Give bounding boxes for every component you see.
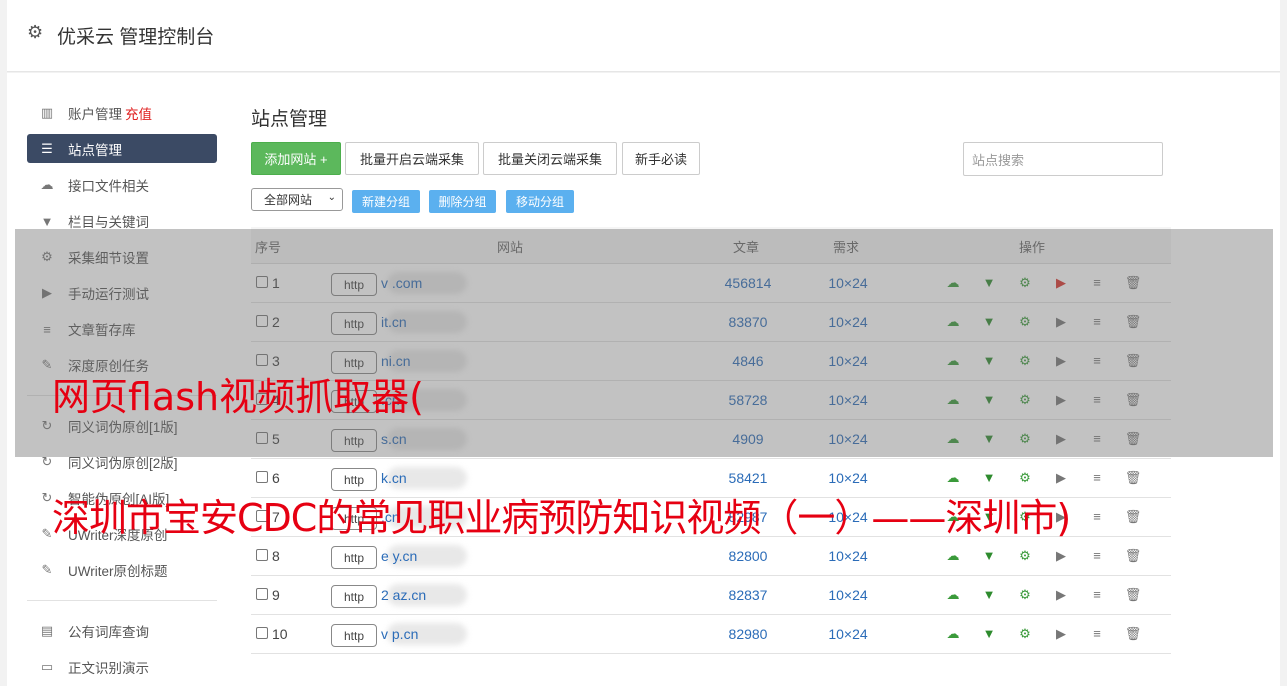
filter-icon[interactable]: ▼ — [971, 548, 1007, 564]
play-icon[interactable]: ▶ — [1043, 470, 1079, 486]
cloud-upload-icon[interactable]: ☁ — [935, 548, 971, 564]
row-number: 10 — [272, 626, 288, 642]
database-icon[interactable]: ≡ — [1079, 470, 1115, 486]
article-count[interactable]: 82800 — [723, 548, 773, 564]
article-count[interactable]: 82837 — [723, 587, 773, 603]
row-checkbox[interactable] — [256, 549, 268, 561]
article-count[interactable]: 82980 — [723, 626, 773, 642]
trash-icon[interactable]: 🗑 — [1115, 587, 1151, 603]
cogs-icon[interactable]: ⚙ — [1007, 548, 1043, 564]
play-icon[interactable]: ▶ — [1043, 548, 1079, 564]
row-actions: ☁ ▼ ⚙ ▶ ≡ 🗑 — [935, 587, 1151, 603]
cogs-icon[interactable]: ⚙ — [1007, 626, 1043, 642]
demand-value[interactable]: 10×24 — [821, 626, 875, 642]
caption-line-2: 深圳市宝安CDC的常见职业病预防知识视频（一）——深圳市) — [52, 496, 1071, 540]
delete-group-button[interactable]: 删除分组 — [429, 190, 496, 213]
filter-icon[interactable]: ▼ — [971, 626, 1007, 642]
sidebar-item-label: 接口文件相关 — [68, 179, 149, 194]
table-row: 8 http e y.cn 82800 10×24 ☁ ▼ ⚙ ▶ ≡ 🗑 — [251, 537, 1171, 576]
site-link[interactable]: k.cn — [381, 470, 407, 486]
add-site-button[interactable]: 添加网站 + — [251, 142, 341, 175]
newbie-guide-button[interactable]: 新手必读 — [622, 142, 700, 175]
article-count[interactable]: 58421 — [723, 470, 773, 486]
sidebar-item-label: UWriter原创标题 — [68, 564, 168, 579]
demand-value[interactable]: 10×24 — [821, 587, 875, 603]
caption-line-1: 网页flash视频抓取器( — [52, 375, 424, 419]
sidebar-item-label: 正文识别演示 — [68, 661, 149, 676]
move-group-button[interactable]: 移动分组 — [506, 190, 574, 213]
app-header: ⚙ 优采云 管理控制台 — [7, 0, 1280, 72]
trash-icon[interactable]: 🗑 — [1115, 470, 1151, 486]
cogs-icon[interactable]: ⚙ — [1007, 470, 1043, 486]
trash-icon[interactable]: 🗑 — [1115, 509, 1151, 525]
play-icon[interactable]: ▶ — [1043, 626, 1079, 642]
sidebar-item-interface[interactable]: ☁ 接口文件相关 — [27, 167, 217, 203]
sidebar-item-uwriter-title[interactable]: ✎ UWriter原创标题 — [27, 552, 217, 588]
trash-icon[interactable]: 🗑 — [1115, 548, 1151, 564]
trash-icon[interactable]: 🗑 — [1115, 626, 1151, 642]
protocol-button[interactable]: http — [331, 546, 377, 569]
database-icon[interactable]: ≡ — [1079, 548, 1115, 564]
recharge-link[interactable]: 充值 — [125, 103, 152, 123]
site-link[interactable]: v p.cn — [381, 626, 418, 642]
protocol-button[interactable]: http — [331, 624, 377, 647]
site-link[interactable]: e y.cn — [381, 548, 417, 564]
row-checkbox[interactable] — [256, 471, 268, 483]
sidebar-item-label: 栏目与关键词 — [68, 215, 149, 230]
app-title: 优采云 管理控制台 — [57, 27, 215, 48]
sidebar-item-sites[interactable]: ☰ 站点管理 — [27, 134, 217, 163]
demand-value[interactable]: 10×24 — [821, 548, 875, 564]
row-checkbox[interactable] — [256, 588, 268, 600]
group-select[interactable]: 全部网站 ⌄ — [251, 188, 343, 211]
filter-icon[interactable]: ▼ — [971, 587, 1007, 603]
database-icon[interactable]: ≡ — [1079, 509, 1115, 525]
sidebar-item-label: 账户管理 — [68, 107, 122, 122]
row-number: 8 — [272, 548, 280, 564]
site-search-input[interactable]: 站点搜索 — [963, 142, 1163, 176]
cloud-upload-icon[interactable]: ☁ — [935, 470, 971, 486]
batch-disable-cloud-button[interactable]: 批量关闭云端采集 — [483, 142, 617, 175]
sidebar-divider — [27, 600, 217, 601]
page-title: 站点管理 — [251, 109, 328, 130]
new-group-button[interactable]: 新建分组 — [352, 190, 420, 213]
monitor-icon: ▭ — [40, 659, 54, 674]
database-icon[interactable]: ≡ — [1079, 626, 1115, 642]
server-icon: ☰ — [41, 140, 53, 156]
sidebar-item-label: 公有词库查询 — [68, 625, 149, 640]
row-number: 9 — [272, 587, 280, 603]
group-select-value: 全部网站 — [264, 193, 313, 207]
site-link[interactable]: 2 az.cn — [381, 587, 426, 603]
row-actions: ☁ ▼ ⚙ ▶ ≡ 🗑 — [935, 626, 1151, 642]
cloud-upload-icon[interactable]: ☁ — [935, 626, 971, 642]
bar-chart-icon: ▥ — [40, 105, 54, 120]
sidebar-item-account[interactable]: ▥ 账户管理 充值 — [27, 95, 217, 131]
protocol-button[interactable]: http — [331, 585, 377, 608]
filter-icon[interactable]: ▼ — [971, 470, 1007, 486]
chevron-down-icon: ⌄ — [327, 192, 336, 203]
cogs-icon[interactable]: ⚙ — [1007, 587, 1043, 603]
video-overlay — [15, 229, 1273, 457]
row-number: 6 — [272, 470, 280, 486]
demand-value[interactable]: 10×24 — [821, 470, 875, 486]
cloud-upload-icon: ☁ — [40, 177, 54, 192]
row-actions: ☁ ▼ ⚙ ▶ ≡ 🗑 — [935, 548, 1151, 564]
cloud-upload-icon[interactable]: ☁ — [935, 587, 971, 603]
row-checkbox[interactable] — [256, 627, 268, 639]
gear-icon: ⚙ — [27, 22, 44, 42]
batch-enable-cloud-button[interactable]: 批量开启云端采集 — [345, 142, 479, 175]
play-icon[interactable]: ▶ — [1043, 587, 1079, 603]
filter-icon: ▼ — [40, 213, 54, 229]
book-icon: ▤ — [40, 623, 54, 638]
sidebar-item-text-recognition[interactable]: ▭ 正文识别演示 — [27, 649, 217, 685]
sidebar-item-public-lexicon[interactable]: ▤ 公有词库查询 — [27, 613, 217, 649]
database-icon[interactable]: ≡ — [1079, 587, 1115, 603]
row-actions: ☁ ▼ ⚙ ▶ ≡ 🗑 — [935, 470, 1151, 486]
edit-icon: ✎ — [41, 562, 53, 577]
table-row: 9 http 2 az.cn 82837 10×24 ☁ ▼ ⚙ ▶ ≡ 🗑 — [251, 576, 1171, 615]
table-row: 10 http v p.cn 82980 10×24 ☁ ▼ ⚙ ▶ ≡ 🗑 — [251, 615, 1171, 654]
sidebar-item-label: 站点管理 — [68, 142, 122, 158]
